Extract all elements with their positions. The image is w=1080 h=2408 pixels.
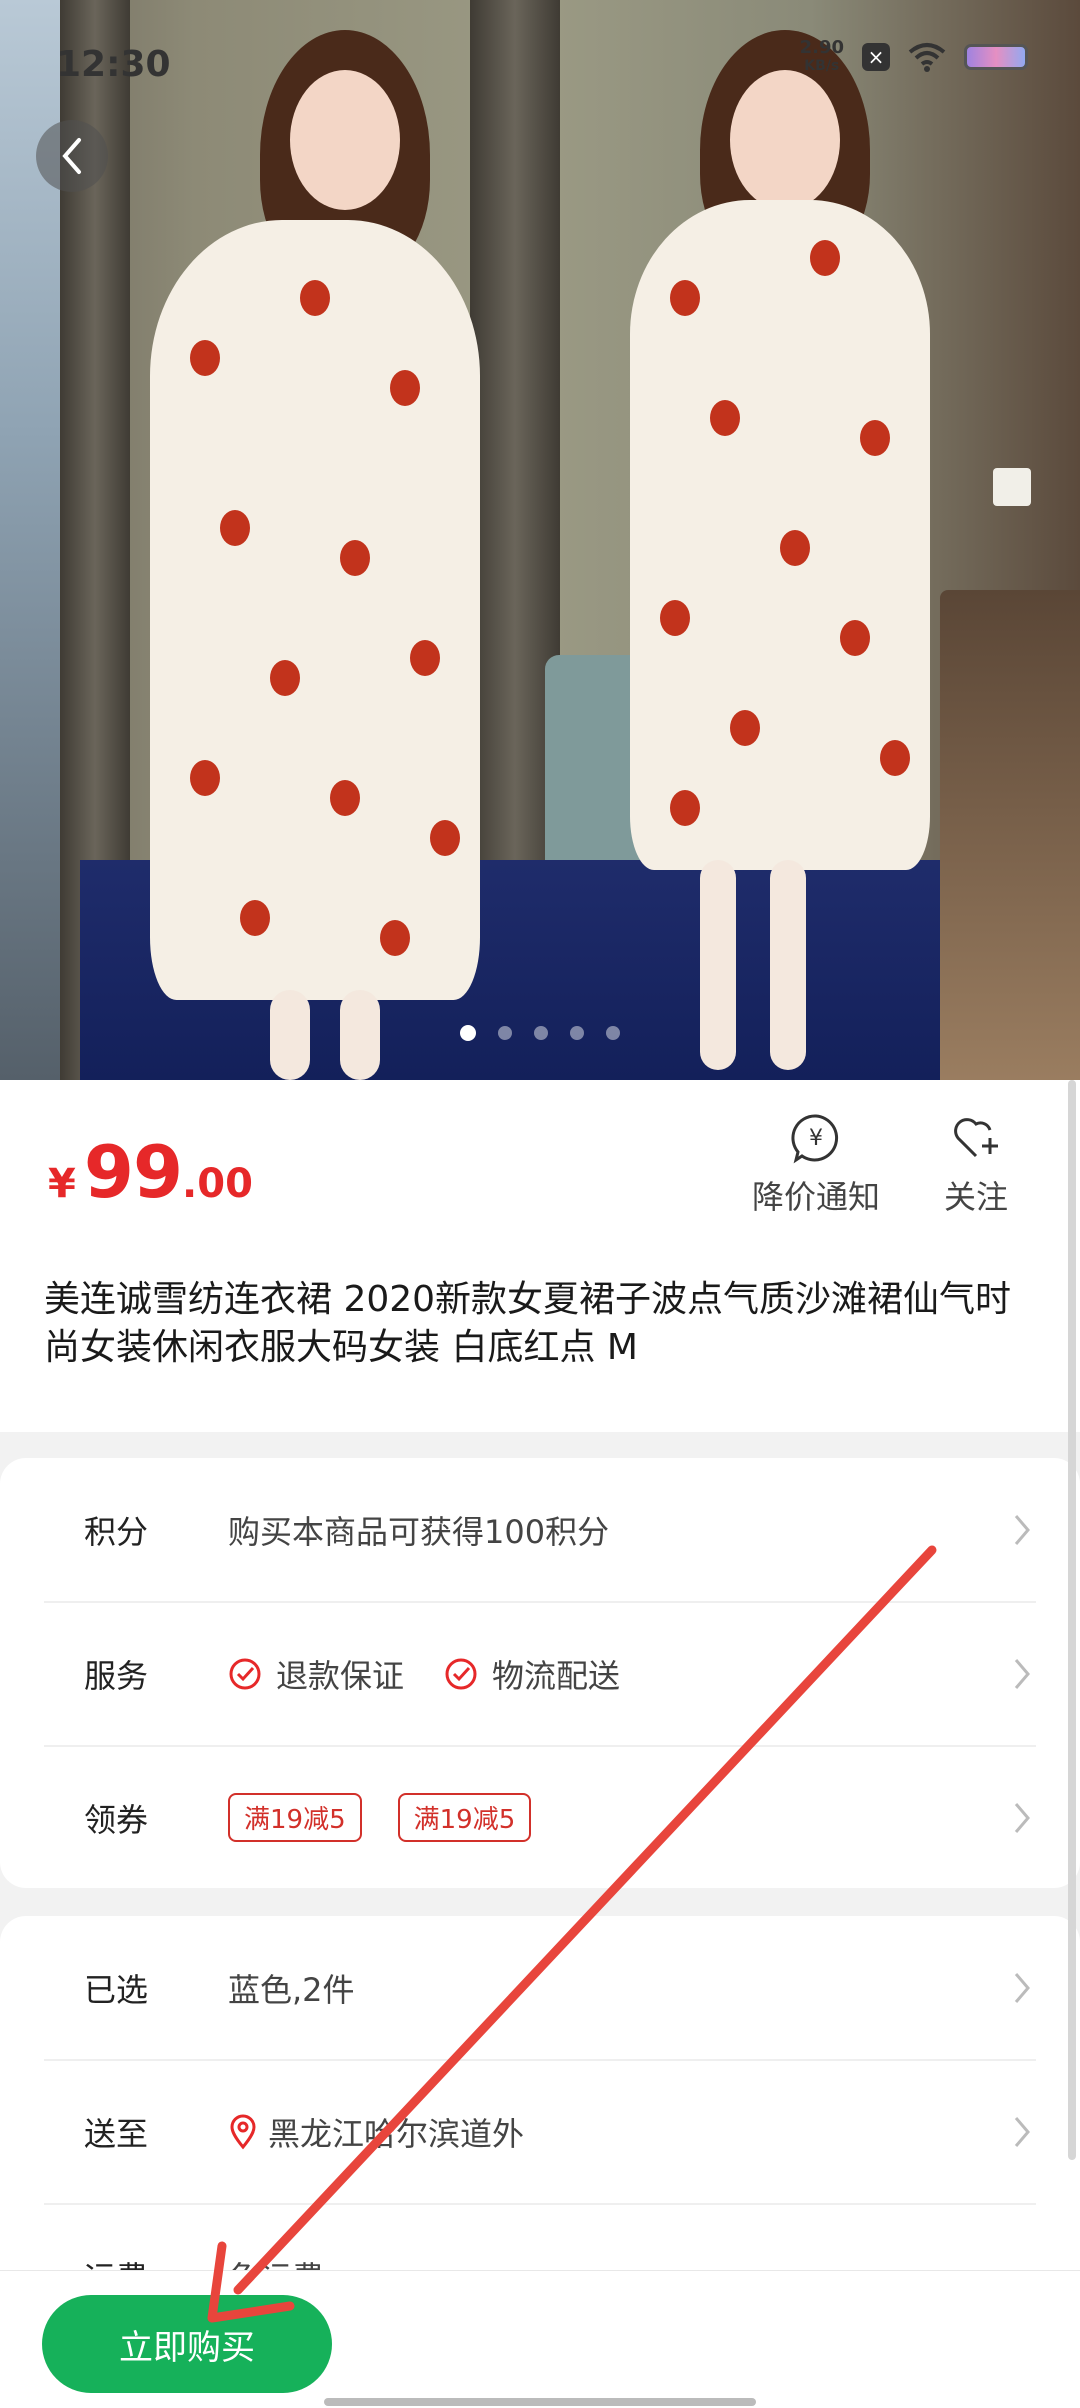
coupon-tag[interactable]: 满19减5: [397, 1793, 532, 1842]
follow-label: 关注: [944, 1178, 1009, 1216]
points-row[interactable]: 积分 购买本商品可获得100积分: [44, 1458, 1036, 1601]
background-outlet: [993, 468, 1031, 506]
coupon-tag[interactable]: 满19减5: [228, 1793, 362, 1842]
price-currency: ¥: [48, 1161, 76, 1207]
check-circle-icon: [229, 1658, 261, 1689]
service-item: 退款保证: [228, 1651, 404, 1697]
selected-row[interactable]: 已选 蓝色,2件: [44, 1916, 1036, 2059]
points-label: 积分: [84, 1512, 149, 1551]
selected-label: 已选: [84, 1970, 149, 2009]
chevron-right-icon: [1014, 1802, 1030, 1833]
battery-icon: [964, 44, 1028, 70]
ship-to-address: 黑龙江哈尔滨道外: [268, 2114, 525, 2153]
service-items: 退款保证 物流配送: [184, 1651, 1008, 1697]
chevron-right-icon: [1014, 1972, 1030, 2003]
wifi-icon: [908, 43, 946, 72]
heart-plus-icon: [954, 1118, 998, 1158]
service-label: 服务: [84, 1656, 149, 1695]
price-alert-label: 降价通知: [752, 1178, 881, 1216]
pager-dot: [460, 1025, 476, 1041]
ship-to-row[interactable]: 送至 黑龙江哈尔滨道外: [44, 2060, 1036, 2203]
network-speed-unit: KB/s: [804, 58, 840, 74]
status-time: 12:30: [56, 44, 171, 85]
coupon-items: 满19减5 满19减5: [184, 1793, 1008, 1842]
product-image-carousel[interactable]: [0, 0, 1080, 1080]
pager-dot: [534, 1026, 548, 1040]
product-price: ¥ 99 .00: [48, 1130, 253, 1214]
bottom-action-bar: 立即购买: [0, 2270, 1080, 2408]
yuan-bubble-icon: ¥: [791, 1114, 839, 1164]
chevron-right-icon: [1014, 1658, 1030, 1689]
service-delivery: 物流配送: [492, 1656, 621, 1695]
service-refund: 退款保证: [276, 1656, 405, 1695]
location-pin-icon: [230, 2114, 256, 2149]
pager-dot: [498, 1026, 512, 1040]
selected-value: 蓝色,2件: [228, 1970, 355, 2009]
pager-dot: [570, 1026, 584, 1040]
network-speed: 2.90 KB/s: [800, 38, 844, 76]
chevron-right-icon: [1014, 2116, 1030, 2147]
pager-dot: [606, 1026, 620, 1040]
service-item: 物流配送: [444, 1651, 620, 1697]
carousel-pager: [0, 1025, 1080, 1041]
home-indicator[interactable]: [324, 2398, 756, 2406]
benefits-card: 积分 购买本商品可获得100积分 服务 退款保证 物流配送 领券 满19减5 满…: [0, 1458, 1080, 1888]
chevron-right-icon: [1014, 1514, 1030, 1545]
coupon-label: 领券: [84, 1800, 149, 1839]
service-row[interactable]: 服务 退款保证 物流配送: [44, 1602, 1036, 1745]
ship-to-label: 送至: [84, 2114, 149, 2153]
svg-text:¥: ¥: [809, 1126, 823, 1151]
notification-icon: ×: [862, 43, 890, 71]
buy-now-button[interactable]: 立即购买: [42, 2295, 332, 2393]
coupon-row[interactable]: 领券 满19减5 满19减5: [44, 1746, 1036, 1889]
model-figure-right: [590, 20, 970, 1080]
price-decimal: .00: [182, 1161, 253, 1207]
product-title: 美连诚雪纺连衣裙 2020新款女夏裙子波点气质沙滩裙仙气时尚女装休闲衣服大码女装…: [44, 1279, 1012, 1368]
check-circle-icon: [445, 1658, 477, 1689]
product-info: ¥ 99 .00 ¥ 降价通知 关注 美连诚雪纺连衣裙 2020新款女夏裙子波点…: [0, 1080, 1080, 1432]
network-speed-value: 2.90: [799, 37, 844, 58]
back-button[interactable]: [36, 120, 108, 192]
follow-button[interactable]: 关注: [944, 1112, 1008, 1218]
status-icons: 2.90 KB/s ×: [800, 38, 1028, 76]
price-alert-button[interactable]: ¥ 降价通知: [752, 1112, 880, 1218]
chevron-left-icon: [62, 138, 81, 174]
price-integer: 99: [83, 1130, 183, 1214]
scrollbar[interactable]: [1068, 1080, 1076, 2160]
ship-to-value: 黑龙江哈尔滨道外: [184, 2109, 1008, 2155]
model-figure-left: [120, 20, 500, 1080]
points-value: 购买本商品可获得100积分: [228, 1512, 610, 1551]
